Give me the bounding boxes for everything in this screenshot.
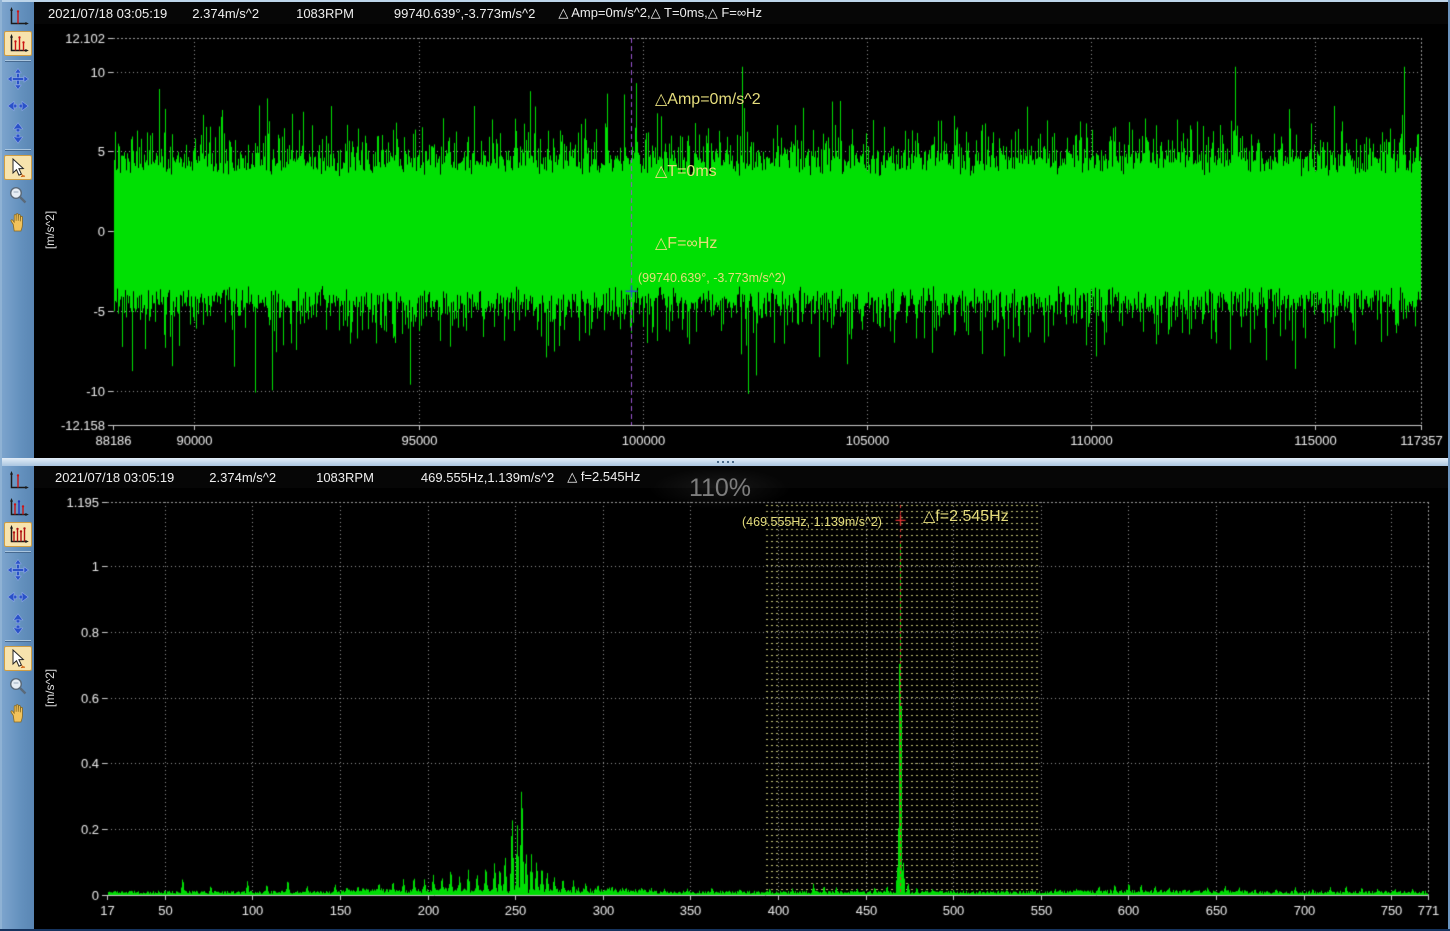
header-cursor-readout: 469.555Hz,1.139m/s^2	[421, 470, 554, 485]
single-marker-chart-icon[interactable]	[4, 4, 32, 29]
pointer-icon[interactable]	[4, 155, 32, 180]
header-amplitude: 2.374m/s^2	[192, 6, 259, 21]
toolbar-separator	[5, 60, 31, 62]
hand-icon[interactable]	[4, 700, 32, 725]
window-frame-left	[0, 0, 2, 931]
waveform-delta-annotation: △Amp=0m/s^2 △T=0ms △F=∞Hz	[655, 40, 761, 304]
header-rpm: 1083RPM	[316, 470, 374, 485]
spectrum-plot-canvas[interactable]	[34, 488, 1448, 929]
pan-horizontal-icon[interactable]	[4, 93, 32, 118]
zoom-icon[interactable]	[4, 182, 32, 207]
pointer-icon[interactable]	[4, 646, 32, 671]
waveform-header: 2021/07/18 03:05:19 2.374m/s^2 1083RPM 9…	[34, 2, 1448, 24]
header-cursor-readout: 99740.639°,-3.773m/s^2	[394, 6, 535, 21]
hand-icon[interactable]	[4, 209, 32, 234]
header-rpm: 1083RPM	[296, 6, 354, 21]
pan-all-icon[interactable]	[4, 66, 32, 91]
toolbar-separator	[5, 551, 31, 553]
spectrum-y-axis-label: [m/s^2]	[43, 658, 57, 718]
header-delta-readout: △ f=2.545Hz	[567, 469, 640, 485]
spectrum-plot-area: [m/s^2] (469.555Hz, 1.139m/s^2) △f=2.545…	[34, 488, 1448, 929]
pan-all-icon[interactable]	[4, 557, 32, 582]
pan-vertical-icon[interactable]	[4, 611, 32, 636]
delta-f-line: △F=∞Hz	[655, 232, 761, 256]
zoom-level-indicator: 110%	[650, 467, 790, 509]
window-frame-top	[0, 0, 1450, 2]
zoom-icon[interactable]	[4, 673, 32, 698]
spectrum-cursor-label: (469.555Hz, 1.139m/s^2)	[742, 515, 882, 529]
waveform-y-axis-label: [m/s^2]	[43, 200, 57, 260]
panel-splitter[interactable]	[2, 458, 1448, 466]
delta-t-line: △T=0ms	[655, 160, 761, 184]
spectrum-toolbar	[2, 466, 34, 929]
spectrum-delta-f-label: △f=2.545Hz	[923, 506, 1009, 526]
multi-marker-chart-icon[interactable]	[4, 31, 32, 56]
toolbar-separator	[5, 149, 31, 151]
waveform-plot-area: [m/s^2] △Amp=0m/s^2 △T=0ms △F=∞Hz (99740…	[34, 24, 1448, 458]
harmonic-marker-chart-icon[interactable]	[4, 522, 32, 547]
vibration-analyzer-window: 2021/07/18 03:05:19 2.374m/s^2 1083RPM 9…	[0, 0, 1450, 931]
waveform-toolbar	[2, 2, 34, 458]
dual-marker-chart-icon[interactable]	[4, 495, 32, 520]
header-amplitude: 2.374m/s^2	[209, 470, 276, 485]
delta-amp-line: △Amp=0m/s^2	[655, 88, 761, 112]
single-marker-chart-icon[interactable]	[4, 468, 32, 493]
waveform-cursor-label: (99740.639°, -3.773m/s^2)	[638, 271, 786, 285]
header-delta-readout: △ Amp=0m/s^2,△ T=0ms,△ F=∞Hz	[558, 5, 762, 21]
pan-vertical-icon[interactable]	[4, 120, 32, 145]
toolbar-separator	[5, 640, 31, 642]
header-timestamp: 2021/07/18 03:05:19	[55, 470, 174, 485]
splitter-grip-icon	[717, 461, 719, 463]
header-timestamp: 2021/07/18 03:05:19	[48, 6, 167, 21]
pan-horizontal-icon[interactable]	[4, 584, 32, 609]
